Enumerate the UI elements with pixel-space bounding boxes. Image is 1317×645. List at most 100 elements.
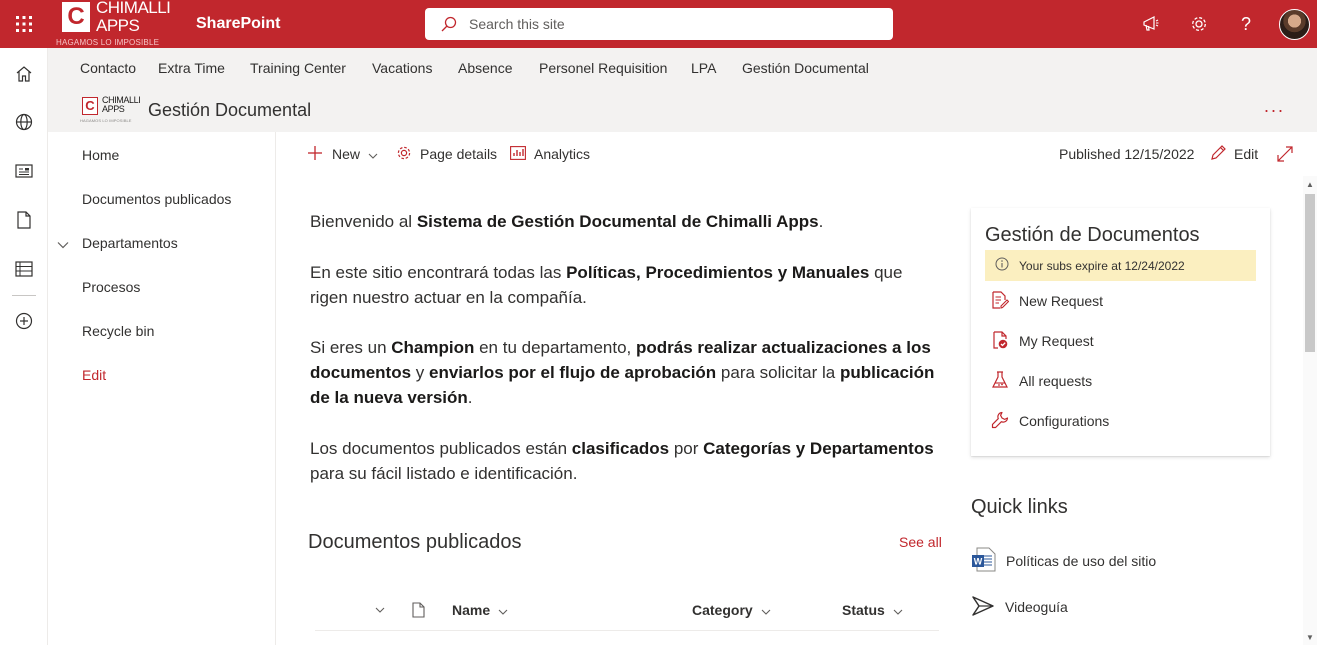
app-launcher-waffle-icon[interactable]	[0, 0, 48, 48]
brand-logo[interactable]: C CHIMALLI APPS HAGAMOS LO IMPOSIBLE	[56, 0, 171, 48]
file-type-icon[interactable]	[412, 588, 425, 631]
hubnav-item-lpa[interactable]: LPA	[691, 48, 716, 88]
new-request-link[interactable]: New Request	[991, 281, 1103, 321]
nav-item-recycle-bin[interactable]: Recycle bin	[82, 309, 154, 353]
bold-text-run: enviarlos por el flujo de aprobación	[429, 363, 717, 382]
search-input[interactable]	[469, 8, 869, 40]
my-request-link[interactable]: My Request	[991, 321, 1094, 361]
new-request-icon	[991, 290, 1019, 312]
see-all-link[interactable]: See all	[899, 534, 942, 550]
hubnav-item-vacations[interactable]: Vacations	[372, 48, 432, 88]
news-icon[interactable]	[0, 147, 48, 195]
site-logo-tagline: HAGAMOS LO IMPOSIBLE	[80, 118, 132, 123]
text-run: Los documentos publicados están	[310, 439, 572, 458]
hubnav-item-gestion-documental[interactable]: Gestión Documental	[742, 48, 869, 88]
scroll-down-icon[interactable]: ▼	[1306, 633, 1314, 642]
configurations-link[interactable]: Configurations	[991, 401, 1109, 441]
search-box[interactable]	[425, 8, 893, 40]
home-icon[interactable]	[0, 50, 48, 98]
site-header: C CHIMALLI APPS HAGAMOS LO IMPOSIBLE Ges…	[48, 88, 1317, 132]
text-run: para solicitar la	[716, 363, 840, 382]
chevron-down-icon	[885, 602, 903, 618]
welcome-paragraph: Bienvenido al Sistema de Gestión Documen…	[310, 209, 940, 234]
settings-gear-icon[interactable]	[1175, 0, 1223, 48]
quicklink-videoguia[interactable]: Videoguía	[971, 592, 1068, 622]
chevron-down-icon	[360, 146, 378, 162]
files-icon[interactable]	[0, 196, 48, 244]
app-bar-divider	[12, 295, 36, 296]
help-icon[interactable]: ?	[1222, 0, 1270, 48]
expand-icon[interactable]	[1277, 132, 1293, 176]
all-requests-label: All requests	[1019, 373, 1093, 389]
column-header-name[interactable]: Name	[452, 588, 508, 631]
wrench-icon	[991, 411, 1019, 432]
new-label: New	[332, 146, 361, 162]
column-header-category[interactable]: Category	[692, 588, 771, 631]
champion-paragraph: Si eres un Champion en tu departamento, …	[310, 335, 940, 410]
page-scrollbar[interactable]: ▲ ▼	[1303, 176, 1317, 645]
scroll-up-icon[interactable]: ▲	[1306, 180, 1314, 189]
app-name-link[interactable]: SharePoint	[196, 0, 280, 48]
text-run: y	[411, 363, 430, 382]
text-run: En este sitio encontrará todas las	[310, 263, 567, 282]
warning-text: Your subs expire at 12/24/2022	[1019, 258, 1185, 273]
nav-edit-link[interactable]: Edit	[82, 353, 106, 397]
megaphone-icon[interactable]	[1127, 0, 1175, 48]
new-request-label: New Request	[1019, 293, 1104, 309]
edit-page-button[interactable]: Edit	[1210, 132, 1258, 176]
bold-text-run: Champion	[391, 338, 475, 357]
hubnav-item-personel-requisition[interactable]: Personel Requisition	[539, 48, 667, 88]
doclib-column-header: Name Category Status	[315, 588, 939, 631]
analytics-chart-icon	[510, 145, 534, 163]
chevron-down-icon[interactable]	[57, 236, 69, 254]
suite-bar: C CHIMALLI APPS HAGAMOS LO IMPOSIBLE Sha…	[0, 0, 1317, 48]
scrollbar-thumb[interactable]	[1305, 194, 1315, 352]
user-avatar[interactable]	[1279, 9, 1310, 40]
stream-video-icon	[971, 595, 1005, 620]
analytics-button[interactable]: Analytics	[510, 132, 590, 176]
hubnav-item-contacto[interactable]: Contacto	[80, 48, 136, 88]
page-details-button[interactable]: Page details	[396, 132, 497, 176]
column-name-label: Name	[452, 601, 491, 618]
nav-item-documentos-publicados[interactable]: Documentos publicados	[82, 177, 231, 221]
new-button[interactable]: New	[308, 132, 378, 176]
create-add-icon[interactable]	[0, 297, 48, 345]
gestion-documentos-card: Gestión de Documentos Your subs expire a…	[971, 208, 1270, 456]
column-header-status[interactable]: Status	[842, 588, 903, 631]
word-document-icon: W	[971, 547, 1006, 575]
intro-paragraph: En este sitio encontrará todas las Polít…	[310, 260, 940, 310]
command-bar: New Page details Analytics Published 12/…	[276, 132, 1317, 176]
more-options-icon[interactable]: ···	[1258, 94, 1290, 126]
nav-item-departamentos[interactable]: Departamentos	[82, 221, 178, 265]
page-details-label: Page details	[420, 146, 498, 162]
site-logo[interactable]: C CHIMALLI APPS HAGAMOS LO IMPOSIBLE	[80, 95, 141, 125]
my-request-label: My Request	[1019, 333, 1094, 349]
edit-label: Edit	[1234, 146, 1259, 162]
nav-item-home[interactable]: Home	[82, 133, 119, 177]
site-title[interactable]: Gestión Documental	[148, 88, 311, 132]
info-icon	[985, 257, 1019, 274]
hub-navigation: Contacto Extra Time Training Center Vaca…	[48, 48, 1317, 88]
hubnav-item-extra-time[interactable]: Extra Time	[158, 48, 225, 88]
lists-icon[interactable]	[0, 245, 48, 293]
card-title: Gestión de Documentos	[985, 224, 1200, 246]
plus-icon	[308, 145, 332, 163]
quicklink-politicas[interactable]: W Políticas de uso del sitio	[971, 546, 1156, 576]
gear-icon	[396, 145, 420, 164]
select-all-chevron-icon[interactable]	[375, 588, 385, 631]
classification-paragraph: Los documentos publicados están clasific…	[310, 436, 940, 486]
brand-c-mark: C	[62, 2, 90, 32]
nav-item-procesos[interactable]: Procesos	[82, 265, 140, 309]
hubnav-item-absence[interactable]: Absence	[458, 48, 512, 88]
text-run: .	[818, 212, 824, 231]
quicklink-politicas-label: Políticas de uso del sitio	[1006, 553, 1157, 569]
site-logo-line2: APPS	[102, 104, 125, 114]
bold-text-run: Sistema de Gestión Documental de Chimall…	[416, 212, 819, 231]
column-category-label: Category	[692, 601, 753, 618]
hubnav-item-training-center[interactable]: Training Center	[250, 48, 346, 88]
all-requests-icon	[991, 370, 1019, 392]
text-run: .	[467, 388, 473, 407]
all-requests-link[interactable]: All requests	[991, 361, 1092, 401]
globe-icon[interactable]	[0, 98, 48, 146]
bold-text-run: Categorías y Departamentos	[703, 439, 934, 458]
